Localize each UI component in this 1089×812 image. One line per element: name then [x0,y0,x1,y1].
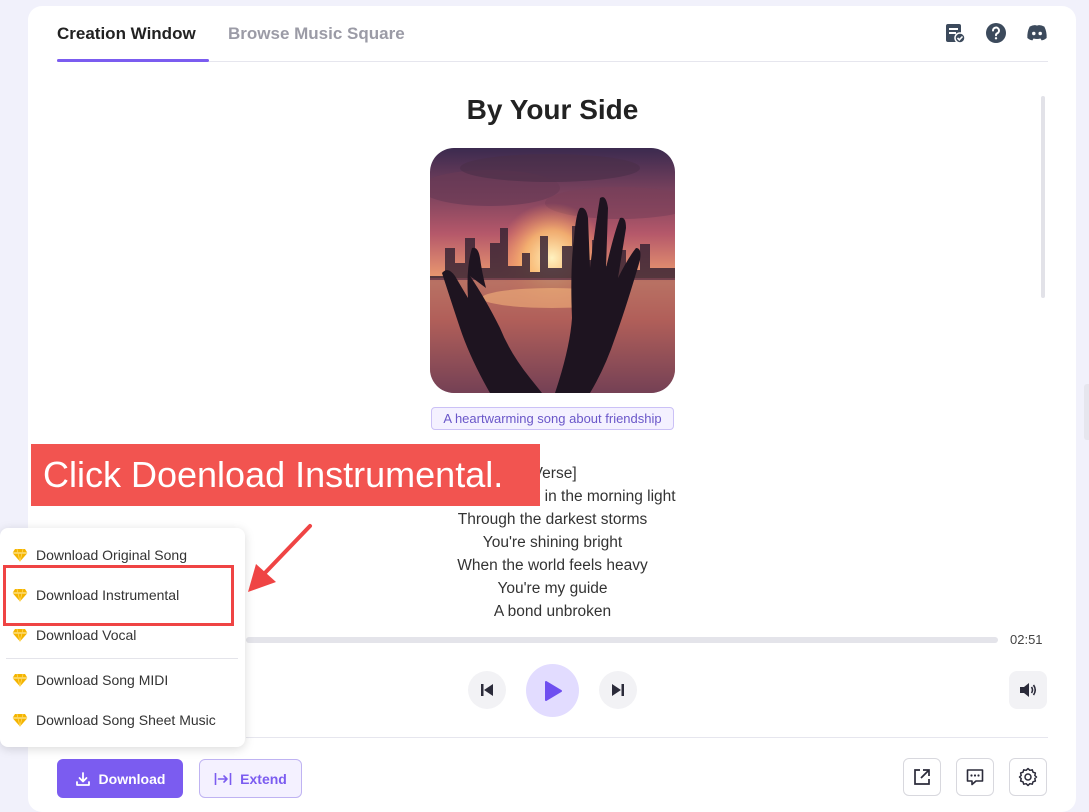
previous-track-button[interactable] [468,671,506,709]
download-options-menu: Download Original Song Download Instrume… [0,528,245,747]
volume-button[interactable] [1009,671,1047,709]
menu-item-download-song-sheet-music[interactable]: Download Song Sheet Music [12,708,216,732]
next-track-button[interactable] [599,671,637,709]
task-list-icon[interactable] [944,22,966,44]
progress-bar[interactable] [246,637,998,643]
premium-diamond-icon [12,628,28,642]
share-icon [914,769,930,785]
menu-divider [6,658,238,659]
lyric-line: You're my guide [497,580,608,597]
annotation-arrow-icon [248,524,312,592]
tab-browse-music-square[interactable]: Browse Music Square [228,24,405,44]
settings-button[interactable] [1009,758,1047,796]
scrollbar[interactable] [1041,96,1045,298]
menu-item-download-vocal[interactable]: Download Vocal [12,623,136,647]
active-tab-indicator [57,59,209,62]
comment-icon [966,769,984,786]
extend-icon [214,772,232,785]
lyric-line: When the world feels heavy [457,557,648,574]
menu-item-label: Download Vocal [36,627,137,643]
extend-button-label: Extend [240,770,287,787]
premium-diamond-icon [12,673,28,687]
download-icon [75,771,90,786]
menu-item-label: Download Song Sheet Music [36,712,216,728]
download-button[interactable]: Download [57,759,183,798]
menu-item-label: Download Original Song [36,547,187,563]
tab-creation-window[interactable]: Creation Window [57,24,196,44]
lyric-line: You're shining bright [482,534,623,551]
tab-bar: Creation Window Browse Music Square [57,0,1048,62]
lyric-line: Through the darkest storms [457,511,648,528]
menu-item-download-original-song[interactable]: Download Original Song [12,543,187,567]
download-button-label: Download [98,770,166,787]
play-icon [544,680,562,701]
annotation-banner: Click Doenload Instrumental. [31,444,540,506]
side-handle[interactable] [1084,384,1089,440]
menu-item-download-song-midi[interactable]: Download Song MIDI [12,668,168,692]
song-title: By Your Side [466,94,639,125]
footer-divider [246,737,1048,738]
help-icon[interactable] [985,22,1007,44]
duration-label: 02:51 [1010,632,1043,647]
lyric-line: A bond unbroken [493,603,612,618]
album-cover [430,148,675,393]
extend-button[interactable]: Extend [199,759,302,798]
share-button[interactable] [903,758,941,796]
premium-diamond-icon [12,713,28,727]
premium-diamond-icon [12,548,28,562]
discord-icon[interactable] [1026,22,1048,44]
skip-back-icon [481,684,493,696]
annotation-highlight-box [3,565,234,626]
song-description-tag: A heartwarming song about friendship [431,407,674,430]
volume-icon [1020,683,1037,697]
menu-item-label: Download Song MIDI [36,672,169,688]
feedback-button[interactable] [956,758,994,796]
top-icon-group [944,22,1048,44]
gear-icon [1018,767,1038,787]
skip-forward-icon [612,684,624,696]
play-button[interactable] [526,664,579,717]
